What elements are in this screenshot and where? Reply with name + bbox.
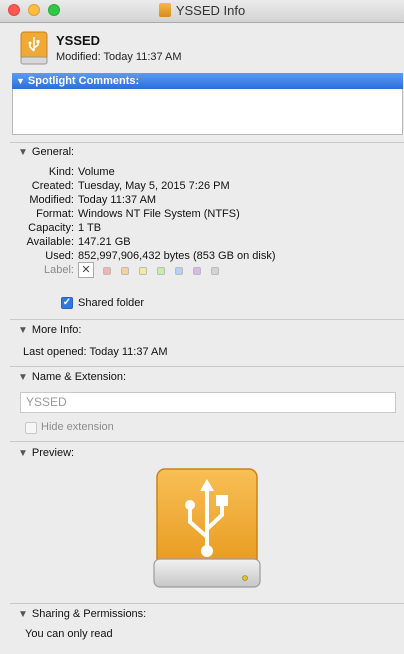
drive-small-icon — [158, 3, 171, 17]
available-value: 147.21 GB — [78, 236, 131, 248]
disclosure-triangle-icon[interactable]: ▼ — [18, 325, 28, 336]
capacity-label: Capacity: — [28, 222, 74, 234]
capacity-value: 1 TB — [78, 222, 102, 234]
label-red-swatch[interactable] — [103, 267, 111, 275]
window-title: YSSED Info — [175, 3, 246, 18]
more-info-title: More Info: — [31, 324, 82, 336]
disclosure-triangle-icon[interactable]: ▼ — [16, 76, 25, 86]
permission-status: You can only read — [25, 628, 113, 640]
modified-value: Today 11:37 AM — [78, 194, 157, 206]
label-green-swatch[interactable] — [157, 267, 165, 275]
spotlight-comments-header[interactable]: ▼ Spotlight Comments: — [12, 73, 403, 89]
disclosure-triangle-icon[interactable]: ▼ — [18, 372, 28, 383]
label-none-button[interactable]: ✕ — [78, 262, 94, 278]
sharing-section-header[interactable]: ▼ Sharing & Permissions: — [18, 608, 146, 620]
kind-label: Kind: — [48, 166, 74, 178]
created-value: Tuesday, May 5, 2015 7:26 PM — [78, 180, 230, 192]
divider — [10, 142, 404, 143]
spotlight-comments-label: Spotlight Comments: — [27, 75, 140, 87]
available-label: Available: — [26, 236, 75, 248]
label-orange-swatch[interactable] — [121, 267, 129, 275]
usb-drive-preview-icon — [153, 468, 261, 588]
divider — [10, 441, 404, 442]
general-section-header[interactable]: ▼ General: — [18, 146, 74, 158]
name-input[interactable]: YSSED — [20, 392, 396, 413]
name-extension-section-header[interactable]: ▼ Name & Extension: — [18, 371, 126, 383]
sharing-title: Sharing & Permissions: — [31, 608, 147, 620]
modified-label: Modified: — [29, 194, 74, 206]
disclosure-triangle-icon[interactable]: ▼ — [18, 609, 28, 620]
name-extension-title: Name & Extension: — [31, 371, 127, 383]
modified-summary: Modified: Today 11:37 AM — [56, 51, 182, 63]
used-value: 852,997,906,432 bytes (853 GB on disk) — [78, 250, 276, 262]
info-window: YSSED Info YSSED Modified: Today 11:37 A… — [0, 0, 404, 654]
usb-drive-icon — [20, 31, 48, 65]
last-opened-text: Last opened: Today 11:37 AM — [23, 346, 168, 358]
divider — [10, 319, 404, 320]
title-bar[interactable]: YSSED Info — [0, 0, 404, 23]
format-value: Windows NT File System (NTFS) — [78, 208, 240, 220]
format-label: Format: — [36, 208, 74, 220]
disclosure-triangle-icon[interactable]: ▼ — [18, 448, 28, 459]
label-gray-swatch[interactable] — [211, 267, 219, 275]
hide-extension-checkbox[interactable] — [25, 422, 37, 434]
hide-extension-label[interactable]: Hide extension — [41, 421, 114, 433]
used-label: Used: — [45, 250, 74, 262]
window-title-wrap: YSSED Info — [0, 3, 404, 18]
label-yellow-swatch[interactable] — [139, 267, 147, 275]
shared-folder-label[interactable]: Shared folder — [78, 297, 144, 309]
disclosure-triangle-icon[interactable]: ▼ — [18, 147, 28, 158]
label-blue-swatch[interactable] — [175, 267, 183, 275]
label-purple-swatch[interactable] — [193, 267, 201, 275]
kind-value: Volume — [78, 166, 115, 178]
preview-section-header[interactable]: ▼ Preview: — [18, 447, 74, 459]
divider — [10, 366, 404, 367]
more-info-section-header[interactable]: ▼ More Info: — [18, 324, 81, 336]
label-caption: Label: — [44, 264, 74, 276]
shared-folder-checkbox[interactable]: ✓ — [61, 297, 73, 309]
file-name: YSSED — [56, 33, 101, 48]
created-label: Created: — [31, 180, 74, 192]
preview-title: Preview: — [31, 447, 75, 459]
divider — [10, 603, 404, 604]
general-title: General: — [31, 146, 75, 158]
spotlight-comments-field[interactable] — [12, 89, 403, 135]
